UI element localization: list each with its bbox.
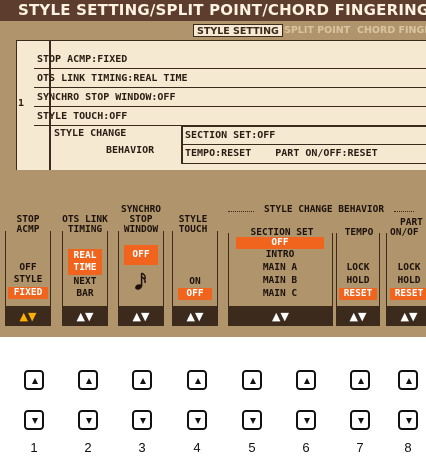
synchro-option-off[interactable]: OFF xyxy=(124,245,158,265)
hw-up-button-1[interactable] xyxy=(24,370,44,390)
hw-up-button-8[interactable] xyxy=(398,370,418,390)
tempo-arrow-button[interactable]: ▲▼ xyxy=(336,307,380,326)
triangle-up-icon xyxy=(195,378,201,384)
stop-acmp-option-style[interactable]: STYLE xyxy=(8,274,48,286)
triangle-down-icon xyxy=(86,418,92,424)
stop-acmp-arrow-button[interactable]: ▲▼ xyxy=(5,307,51,326)
hw-down-button-8[interactable] xyxy=(398,410,418,430)
tempo-value: TEMPO:RESET xyxy=(185,148,252,159)
hw-down-button-7[interactable] xyxy=(350,410,370,430)
hw-button-number-1: 1 xyxy=(30,440,38,455)
row-style-touch[interactable]: STYLE TOUCH:OFF xyxy=(34,107,426,126)
hw-down-button-2[interactable] xyxy=(78,410,98,430)
part-onoff-value: PART ON/OFF:RESET xyxy=(275,148,378,159)
triangle-up-icon xyxy=(406,378,412,384)
hw-up-button-3[interactable] xyxy=(132,370,152,390)
tempo-option-reset[interactable]: RESET xyxy=(339,288,377,300)
ots-link-arrow-button[interactable]: ▲▼ xyxy=(62,307,108,326)
hw-down-button-6[interactable] xyxy=(296,410,316,430)
triangle-up-icon xyxy=(250,378,256,384)
triangle-down-icon xyxy=(304,418,310,424)
tempo-option-lock[interactable]: LOCK xyxy=(339,262,377,274)
hw-button-number-8: 8 xyxy=(404,440,412,455)
triangle-down-icon xyxy=(406,418,412,424)
row-ots-link-timing[interactable]: OTS LINK TIMING:REAL TIME xyxy=(34,69,426,88)
behavior-label-1: STYLE CHANGE xyxy=(54,128,127,139)
section-set-arrow-button[interactable]: ▲▼ xyxy=(228,307,333,326)
triangle-down-icon xyxy=(140,418,146,424)
triangle-down-icon xyxy=(32,418,38,424)
hw-button-number-4: 4 xyxy=(193,440,201,455)
ots-link-option-next[interactable]: NEXT xyxy=(68,276,102,288)
part-onoff-option-lock[interactable]: LOCK xyxy=(390,262,426,274)
section-set-option-main-b[interactable]: MAIN B xyxy=(236,275,324,287)
hw-down-button-5[interactable] xyxy=(242,410,262,430)
ots-link-option-real[interactable]: REAL xyxy=(68,250,102,262)
triangle-down-icon xyxy=(358,418,364,424)
part-onoff-option-reset[interactable]: RESET xyxy=(390,288,426,300)
triangle-up-icon xyxy=(140,378,146,384)
style-change-behavior-group-label: STYLE CHANGE BEHAVIOR xyxy=(263,204,385,215)
behavior-label-2: BEHAVIOR xyxy=(106,145,155,156)
section-set-option-off[interactable]: OFF xyxy=(236,237,324,249)
hw-down-button-4[interactable] xyxy=(187,410,207,430)
tab-style-setting[interactable]: STYLE SETTING xyxy=(193,24,283,37)
row-synchro-stop-window[interactable]: SYNCHRO STOP WINDOW:OFF xyxy=(34,88,426,107)
tempo-option-hold[interactable]: HOLD xyxy=(339,275,377,287)
synchro-box xyxy=(118,231,164,307)
part-onoff-arrow-button[interactable]: ▲▼ xyxy=(386,307,426,326)
sixteenth-note-icon xyxy=(134,271,148,291)
style-touch-option-off[interactable]: OFF xyxy=(178,288,212,300)
screen-title: STYLE SETTING/SPLIT POINT/CHORD FINGERIN… xyxy=(0,0,426,21)
setting-index: 1 xyxy=(18,98,25,109)
triangle-up-icon xyxy=(86,378,92,384)
section-set-option-main-a[interactable]: MAIN A xyxy=(236,262,324,274)
style-touch-option-on[interactable]: ON xyxy=(178,276,212,288)
hw-button-number-6: 6 xyxy=(302,440,310,455)
hw-button-number-7: 7 xyxy=(356,440,364,455)
stop-acmp-option-fixed[interactable]: FIXED xyxy=(8,287,48,299)
hw-up-button-5[interactable] xyxy=(242,370,262,390)
row-stop-acmp[interactable]: STOP ACMP:FIXED xyxy=(34,50,426,69)
triangle-up-icon xyxy=(32,378,38,384)
style-touch-arrow-button[interactable]: ▲▼ xyxy=(172,307,218,326)
tempo-part-row: TEMPO:RESET PART ON/OFF:RESET xyxy=(181,145,426,164)
triangle-down-icon xyxy=(195,418,201,424)
triangle-down-icon xyxy=(250,418,256,424)
ots-link-option-time[interactable]: TIME xyxy=(68,262,102,274)
hw-up-button-7[interactable] xyxy=(350,370,370,390)
section-set-option-intro[interactable]: INTRO xyxy=(236,249,324,261)
section-set-option-main-c[interactable]: MAIN C xyxy=(236,288,324,300)
synchro-arrow-button[interactable]: ▲▼ xyxy=(118,307,164,326)
section-set-value: SECTION SET:OFF xyxy=(181,126,426,145)
ots-link-option-bar[interactable]: BAR xyxy=(68,288,102,300)
hw-down-button-1[interactable] xyxy=(24,410,44,430)
hw-button-number-3: 3 xyxy=(138,440,146,455)
tab-chord-fingering[interactable]: CHORD FINGERING xyxy=(354,24,426,37)
hw-up-button-6[interactable] xyxy=(296,370,316,390)
group-dotted-line-right xyxy=(394,211,414,212)
triangle-up-icon xyxy=(304,378,310,384)
part-onoff-option-hold[interactable]: HOLD xyxy=(390,275,426,287)
hw-up-button-4[interactable] xyxy=(187,370,207,390)
group-dotted-line-left xyxy=(228,211,254,212)
triangle-up-icon xyxy=(358,378,364,384)
hw-button-number-2: 2 xyxy=(84,440,92,455)
hw-up-button-2[interactable] xyxy=(78,370,98,390)
stop-acmp-option-off[interactable]: OFF xyxy=(8,262,48,274)
lcd-screen: STYLE SETTING/SPLIT POINT/CHORD FINGERIN… xyxy=(0,0,426,337)
hw-down-button-3[interactable] xyxy=(132,410,152,430)
tab-split-point[interactable]: SPLIT POINT xyxy=(281,24,353,37)
hw-button-number-5: 5 xyxy=(248,440,256,455)
